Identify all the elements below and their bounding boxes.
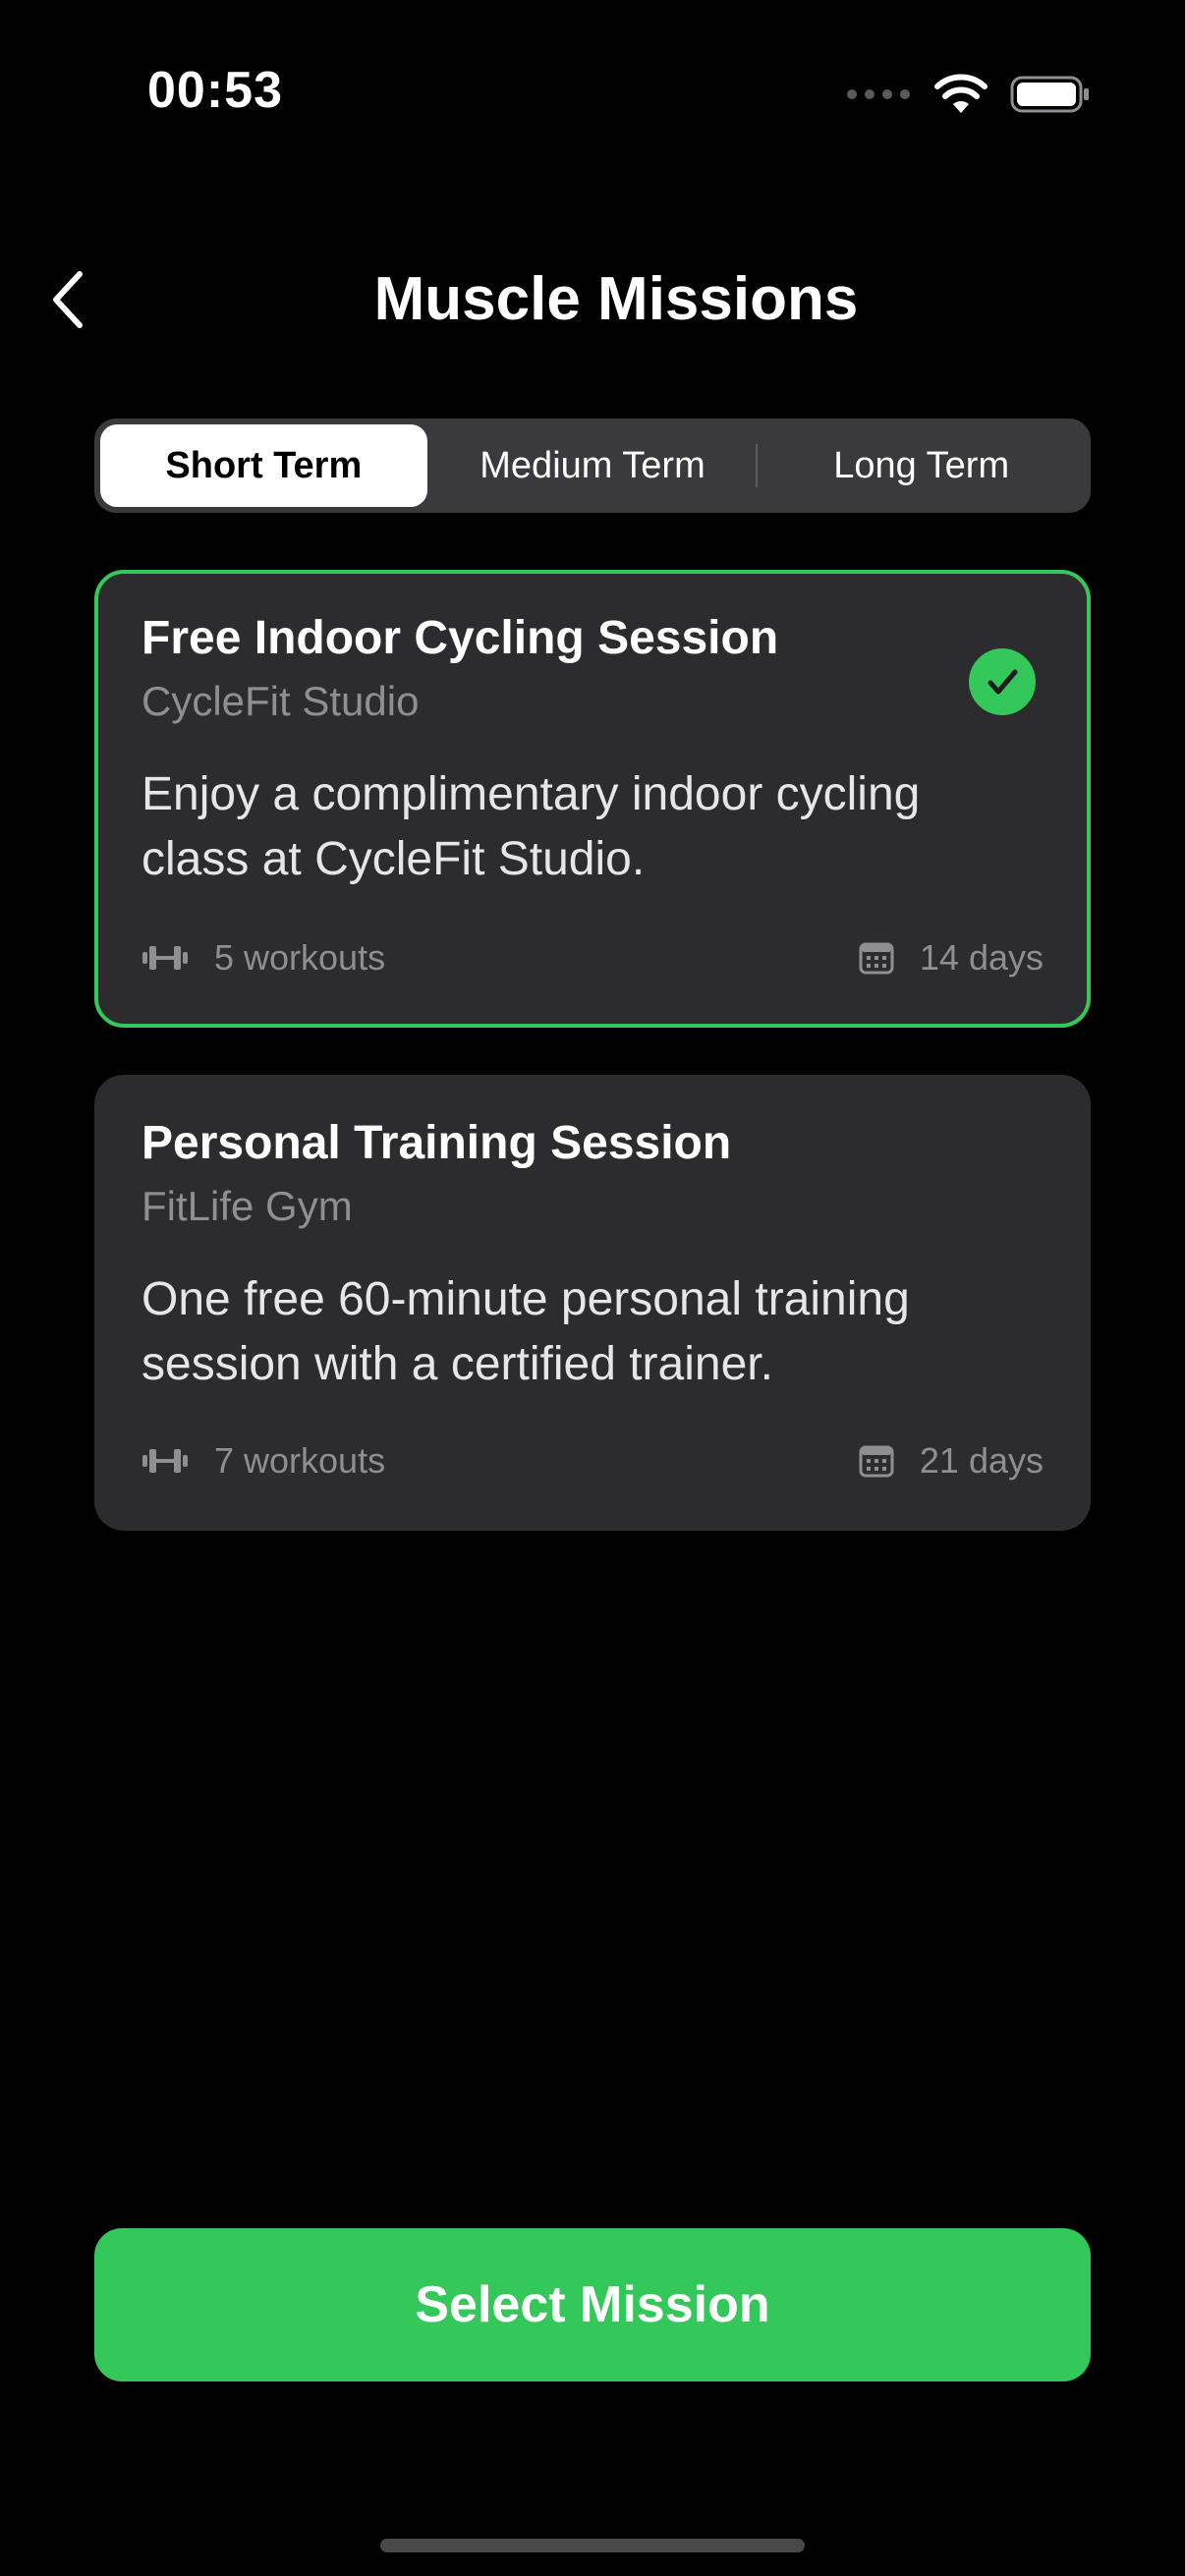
mission-description: One free 60-minute personal training ses… <box>141 1273 910 1390</box>
chevron-left-icon <box>53 271 83 328</box>
tab-long-term[interactable]: Long Term <box>758 424 1085 507</box>
mission-title: Personal Training Session <box>141 1117 732 1169</box>
calendar-icon <box>859 942 894 975</box>
mission-provider: FitLife Gym <box>141 1183 353 1229</box>
battery-icon <box>1010 76 1089 113</box>
mission-provider: CycleFit Studio <box>141 678 420 724</box>
page-title: Muscle Missions <box>373 265 859 333</box>
back-button[interactable] <box>33 265 102 334</box>
duration-days: 14 days <box>919 937 1044 978</box>
dumbbell-icon <box>142 1449 188 1473</box>
signal-dots-icon <box>847 89 910 99</box>
mission-description: Enjoy a complimentary indoor cycling cla… <box>141 768 921 885</box>
nav-bar: Muscle Missions <box>0 246 1185 354</box>
wifi-icon <box>934 74 988 113</box>
tab-short-term[interactable]: Short Term <box>100 424 427 507</box>
tab-medium-term[interactable]: Medium Term <box>429 424 757 507</box>
duration-days: 21 days <box>919 1440 1044 1481</box>
home-indicator <box>380 2539 805 2552</box>
calendar-icon <box>859 1445 894 1478</box>
duration-info: 21 days <box>859 1440 1044 1482</box>
workouts-info: 5 workouts <box>141 937 385 979</box>
workouts-count: 5 workouts <box>214 937 386 978</box>
dumbbell-icon <box>142 946 188 970</box>
status-time: 00:53 <box>147 62 283 119</box>
mission-card[interactable]: Free Indoor Cycling Session CycleFit Stu… <box>94 570 1091 1028</box>
status-bar: 00:53 <box>0 0 1185 187</box>
status-icons <box>847 71 1091 118</box>
checkmark-icon <box>969 648 1036 715</box>
mission-meta: 5 workouts 14 days <box>141 935 1044 980</box>
mission-meta: 7 workouts 21 days <box>141 1438 1044 1484</box>
mission-title: Free Indoor Cycling Session <box>141 612 779 664</box>
mission-card[interactable]: Personal Training Session FitLife Gym On… <box>94 1075 1091 1531</box>
select-mission-button[interactable]: Select Mission <box>94 2228 1091 2381</box>
workouts-info: 7 workouts <box>141 1440 385 1482</box>
duration-info: 14 days <box>859 937 1044 979</box>
workouts-count: 7 workouts <box>214 1440 386 1481</box>
term-segmented-control: Short Term Medium Term Long Term <box>94 419 1091 513</box>
